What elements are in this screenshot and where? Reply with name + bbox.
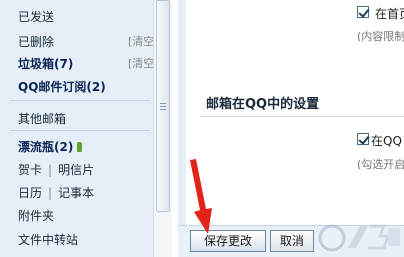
folder-deleted[interactable]: 已删除 [18,33,54,50]
postcard-link[interactable]: 明信片 [58,163,94,177]
watermark-logo [318,224,400,252]
file-transfer-link[interactable]: 文件中转站 [18,231,78,248]
section-divider [200,116,404,117]
folder-other-mailboxes[interactable]: 其他邮箱 [18,110,66,127]
section-title: 邮箱在QQ中的设置 [206,97,320,112]
cancel-button[interactable]: 取消 [270,230,314,252]
scrollbar-thumb[interactable] [156,0,170,212]
bottle-icon [77,142,83,152]
notebook-link[interactable]: 记事本 [58,186,94,200]
sidebar-divider [10,100,150,101]
qq-notify-label: 在QQ [371,134,402,148]
greeting-card-link[interactable]: 贺卡 [18,163,42,177]
folder-sent[interactable]: 已发送 [18,8,54,25]
qq-notify-checkbox[interactable] [357,133,369,145]
folder-qq-subscription[interactable]: QQ邮件订阅(2) [18,78,106,95]
attachment-folder-link[interactable]: 附件夹 [18,207,54,224]
folder-spam[interactable]: 垃圾箱(7) [18,55,73,72]
panel-edge [178,0,186,257]
calendar-link[interactable]: 日历 [18,186,42,200]
qq-notify-hint: (勾选开启 [357,158,404,171]
drift-bottle-link[interactable]: 漂流瓶(2) [18,138,83,155]
homepage-checkbox[interactable] [357,6,369,18]
homepage-option-label: 在首页 [375,7,404,21]
homepage-option-hint: (内容限制 [357,30,404,43]
calendar-row: 日历 | 记事本 [18,186,95,200]
save-changes-button[interactable]: 保存更改 [190,230,266,252]
sidebar-divider [10,130,150,131]
sidebar-scrollbar[interactable] [153,0,172,257]
cards-row: 贺卡 | 明信片 [18,163,95,177]
